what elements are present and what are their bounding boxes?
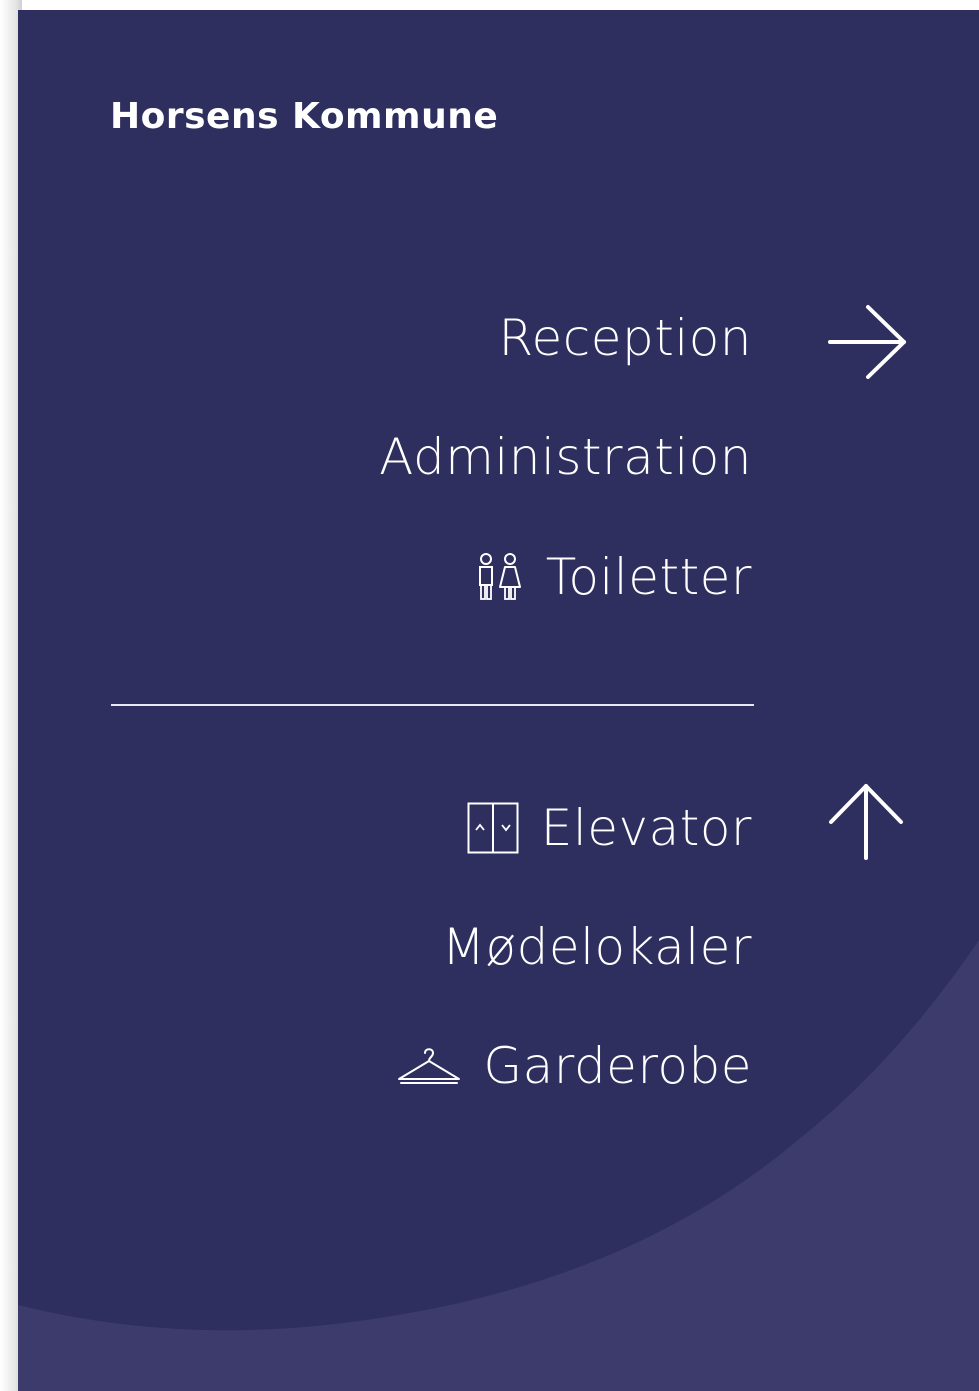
decorative-curve: [18, 940, 979, 1391]
label-modelokaler: Mødelokaler: [441, 918, 752, 976]
toilet-icon: [476, 553, 524, 601]
sign-row-modelokaler: Mødelokaler: [442, 912, 752, 982]
hanger-icon: [397, 1045, 461, 1087]
sign-row-elevator: Elevator: [467, 793, 752, 863]
elevator-icon: [467, 802, 519, 854]
right-arrow-icon: [828, 304, 908, 384]
sign-row-toiletter: Toiletter: [476, 542, 752, 612]
label-elevator: Elevator: [540, 799, 752, 857]
wayfinding-sign: Horsens Kommune Reception Administration: [18, 10, 979, 1391]
label-reception: Reception: [498, 309, 752, 367]
sign-row-administration: Administration: [379, 422, 752, 492]
sign-row-garderobe: Garderobe: [397, 1031, 752, 1101]
logo-horsens-kommune: Horsens Kommune: [110, 96, 499, 137]
divider-line: [111, 704, 754, 706]
label-garderobe: Garderobe: [483, 1037, 752, 1095]
label-toiletter: Toiletter: [545, 548, 752, 606]
label-administration: Administration: [379, 428, 752, 486]
up-arrow-icon: [828, 782, 908, 866]
sign-row-reception: Reception: [498, 303, 752, 373]
